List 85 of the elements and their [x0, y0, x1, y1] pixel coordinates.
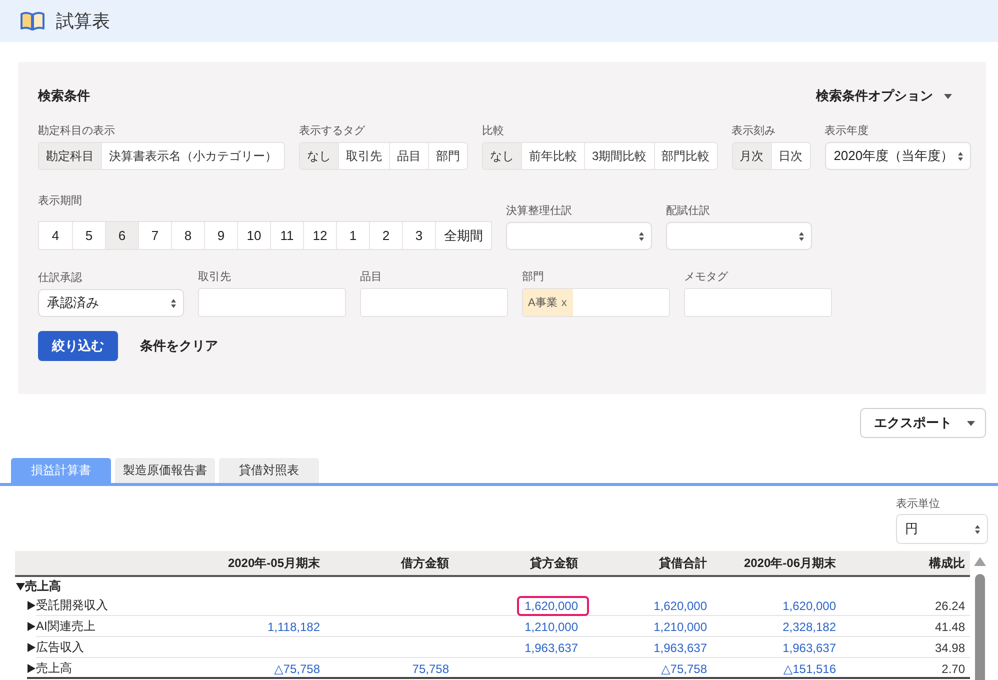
amount-link[interactable]: △75,758: [661, 662, 707, 676]
select-field[interactable]: 2020年度（当年度）: [824, 142, 971, 170]
text-field[interactable]: [198, 288, 346, 317]
column-header: 構成比: [929, 556, 965, 570]
period-button[interactable]: 6: [105, 222, 138, 249]
text-field[interactable]: [360, 288, 508, 317]
caret-right-icon[interactable]: [27, 643, 36, 652]
amount-link[interactable]: 1,963,637: [524, 640, 578, 654]
caret-right-icon[interactable]: [27, 622, 36, 631]
amount-link[interactable]: 1,118,182: [268, 620, 320, 634]
column-header: 借方金額: [401, 556, 449, 570]
amount-link[interactable]: 2,328,182: [782, 620, 836, 634]
field-label: 取引先: [198, 270, 231, 284]
field-label: メモタグ: [684, 270, 728, 284]
field-label: 表示刻み: [732, 124, 776, 138]
toggle-option[interactable]: 部門比較: [654, 143, 717, 169]
toggle-option[interactable]: なし: [483, 143, 521, 169]
ratio-value: 2.70: [942, 662, 965, 676]
scroll-up-arrow-icon[interactable]: [974, 557, 986, 566]
tag-remove-button[interactable]: x: [561, 296, 567, 308]
page-title: 試算表: [56, 10, 110, 33]
section-title: 検索条件: [38, 87, 90, 105]
field-label: 表示するタグ: [299, 124, 365, 138]
scrollbar-thumb[interactable]: [975, 574, 985, 680]
tab[interactable]: 貸借対照表: [219, 458, 319, 483]
tag-field[interactable]: A事業 x: [522, 288, 670, 317]
amount-link[interactable]: 1,210,000: [524, 620, 578, 634]
toggle-option[interactable]: 日次: [770, 143, 810, 169]
apply-button[interactable]: 絞り込む: [38, 331, 118, 361]
select-field[interactable]: 円: [896, 514, 988, 544]
select-arrows-icon: [171, 298, 176, 308]
caret-down-icon[interactable]: [16, 582, 25, 590]
field-label: 品目: [360, 270, 382, 284]
amount-link[interactable]: 1,963,637: [654, 640, 707, 654]
select-field[interactable]: [666, 222, 812, 250]
select-arrows-icon: [958, 152, 963, 160]
amount-link[interactable]: △75,758: [274, 662, 320, 676]
text-field[interactable]: [684, 288, 832, 317]
caret-down-icon: [967, 420, 975, 426]
account-label: 受託開発収入: [36, 597, 108, 614]
caret-right-icon[interactable]: [27, 664, 36, 673]
book-icon: [20, 11, 45, 31]
field-label: 比較: [482, 124, 504, 138]
field-label: 表示期間: [38, 194, 82, 208]
ratio-value: 34.98: [934, 640, 965, 654]
select-arrows-icon: [799, 232, 804, 240]
toggle-option[interactable]: なし: [300, 143, 338, 169]
account-label: 売上高: [36, 660, 72, 677]
account-label: AI関連売上: [36, 618, 96, 635]
amount-link[interactable]: △151,516: [783, 662, 836, 676]
search-options-toggle[interactable]: 検索条件オプション: [816, 87, 952, 105]
column-header: 貸借合計: [659, 556, 707, 570]
field-label: 配賦仕訳: [666, 204, 710, 218]
clear-button[interactable]: 条件をクリア: [140, 337, 218, 355]
amount-link[interactable]: 1,963,637: [782, 640, 836, 654]
toggle-option[interactable]: 決算書表示名（小カテゴリー）: [101, 143, 284, 169]
field-label: 仕訳承認: [38, 271, 82, 285]
field-label: 決算整理仕訳: [506, 204, 572, 218]
ratio-value: 26.24: [934, 598, 965, 612]
group-label: 売上高: [25, 578, 61, 594]
ratio-value: 41.48: [934, 620, 965, 634]
field-label: 表示年度: [824, 124, 869, 138]
column-header: 2020年-05月期末: [228, 556, 320, 570]
amount-link[interactable]: 1,620,000: [654, 598, 707, 612]
toggle-option[interactable]: 月次: [732, 143, 771, 169]
field-label: 勘定科目の表示: [38, 124, 115, 138]
tab[interactable]: 製造原価報告書: [115, 458, 215, 483]
toggle-option[interactable]: 勘定科目: [39, 143, 101, 169]
field-label: 部門: [522, 270, 544, 284]
select-arrows-icon: [639, 232, 644, 240]
field-label: 表示単位: [896, 497, 940, 511]
amount-link[interactable]: 1,620,000: [782, 598, 836, 612]
export-button[interactable]: エクスポート: [860, 408, 986, 438]
tag-label: A事業: [528, 296, 558, 310]
amount-link[interactable]: 75,758: [412, 662, 449, 676]
toggle-option[interactable]: 部門: [428, 143, 467, 169]
column-header: 貸方金額: [530, 556, 578, 570]
caret-right-icon[interactable]: [27, 601, 36, 610]
caret-down-icon: [944, 94, 952, 98]
select-field[interactable]: 承認済み: [38, 289, 184, 317]
column-header: 2020年-06月期末: [744, 556, 836, 570]
amount-link[interactable]: 1,210,000: [654, 620, 707, 634]
select-arrows-icon: [975, 524, 980, 534]
select-field[interactable]: [506, 222, 652, 250]
account-label: 広告収入: [36, 639, 84, 656]
